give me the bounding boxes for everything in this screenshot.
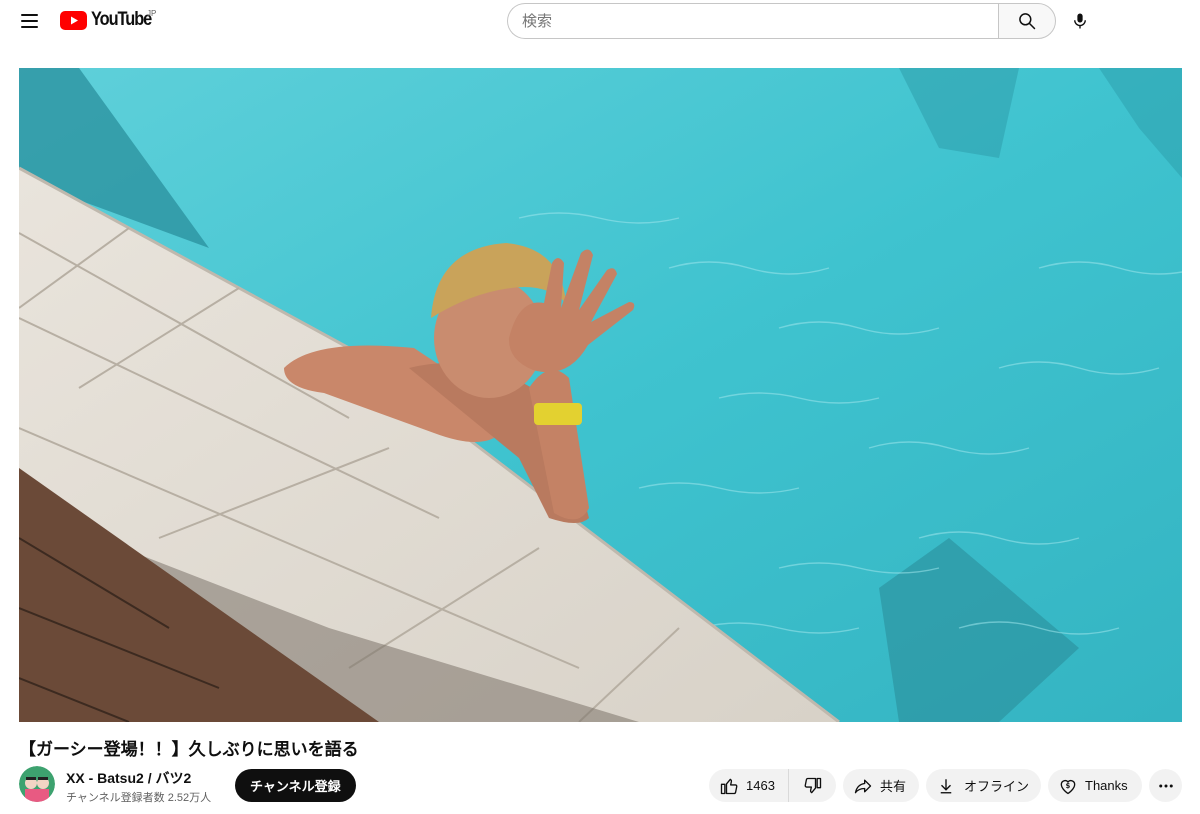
hamburger-menu-icon[interactable] xyxy=(14,6,44,36)
youtube-logo[interactable]: YouTube xyxy=(60,9,161,31)
share-arrow-icon xyxy=(853,776,873,796)
subscriber-count: チャンネル登録者数 2.52万人 xyxy=(66,792,212,804)
like-button[interactable]: 1463 xyxy=(709,769,789,802)
subscribe-label: チャンネル登録 xyxy=(250,779,341,794)
like-count: 1463 xyxy=(746,778,775,793)
search-box xyxy=(507,3,1056,39)
more-actions-button[interactable] xyxy=(1149,769,1182,802)
video-title: 【ガーシー登場！！】久しぶりに思いを語る xyxy=(19,740,359,759)
logo-wordmark: YouTube xyxy=(91,9,152,30)
region-code: JP xyxy=(147,9,157,18)
video-frame-pool xyxy=(19,68,1182,722)
share-button[interactable]: 共有 xyxy=(843,769,919,802)
youtube-play-logo-icon xyxy=(60,10,87,30)
thumbs-up-icon xyxy=(719,776,739,796)
offline-label: オフライン xyxy=(964,779,1030,794)
microphone-icon xyxy=(1074,13,1086,29)
share-label: 共有 xyxy=(880,779,907,794)
thanks-label: Thanks xyxy=(1085,778,1128,793)
dislike-button[interactable] xyxy=(789,769,836,802)
like-dislike-group: 1463 xyxy=(709,769,836,802)
thumbs-down-icon xyxy=(803,776,823,796)
video-player[interactable] xyxy=(19,68,1182,722)
subscribe-button[interactable]: チャンネル登録 xyxy=(235,769,356,802)
channel-avatar[interactable] xyxy=(19,766,55,802)
thanks-button[interactable]: $ Thanks xyxy=(1048,769,1142,802)
masthead: YouTube JP xyxy=(0,0,1200,44)
super-thanks-icon: $ xyxy=(1058,776,1078,796)
more-horizontal-icon xyxy=(1157,777,1175,795)
voice-search-button[interactable] xyxy=(1064,5,1096,37)
avatar-image xyxy=(19,766,55,802)
channel-name[interactable]: XX - Batsu2 / バツ2 xyxy=(66,768,191,788)
search-icon xyxy=(1019,13,1036,30)
offline-download-button[interactable]: オフライン xyxy=(926,769,1041,802)
svg-text:$: $ xyxy=(1066,782,1071,790)
download-icon xyxy=(937,777,955,795)
search-input[interactable] xyxy=(507,3,998,39)
search-button[interactable] xyxy=(998,3,1056,39)
